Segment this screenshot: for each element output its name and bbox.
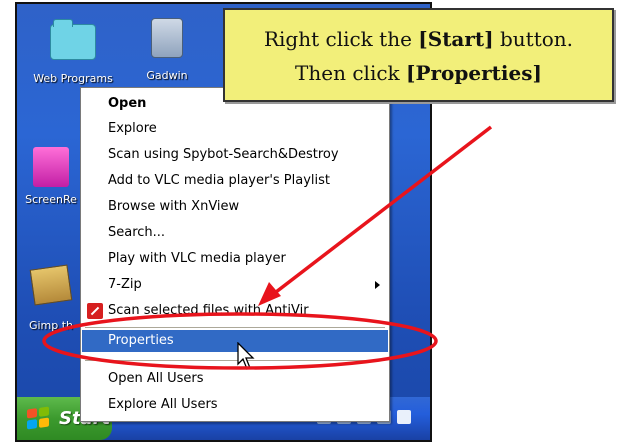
- menu-item-antivir[interactable]: Scan selected files with AntiVir: [82, 300, 388, 322]
- pink-folder-icon: [33, 147, 69, 187]
- menu-item-label: Open: [108, 96, 147, 111]
- menu-item-label: 7-Zip: [108, 277, 142, 292]
- menu-item-label: Properties: [108, 333, 174, 348]
- callout-text: Then click: [295, 61, 407, 85]
- menu-item-label: Add to VLC media player's Playlist: [108, 173, 331, 188]
- menu-separator: [85, 360, 385, 361]
- menu-item-vlc-play[interactable]: Play with VLC media player: [82, 248, 388, 270]
- menu-item-label: Explore All Users: [108, 397, 218, 412]
- submenu-arrow-icon: [375, 281, 380, 289]
- quick-launch-icon[interactable]: [397, 410, 411, 424]
- menu-item-vlc-playlist[interactable]: Add to VLC media player's Playlist: [82, 170, 388, 192]
- menu-item-label: Explore: [108, 121, 157, 136]
- desktop-icon-web-programs[interactable]: Web Programs: [33, 19, 113, 85]
- menu-item-properties[interactable]: Properties: [82, 330, 388, 352]
- menu-item-spybot[interactable]: Scan using Spybot-Search&Destroy: [82, 144, 388, 166]
- menu-item-label: Scan selected files with AntiVir: [108, 303, 309, 318]
- callout-bold-text: [Start]: [418, 27, 494, 51]
- menu-item-7zip[interactable]: 7-Zip: [82, 274, 388, 296]
- menu-item-explore[interactable]: Explore: [82, 118, 388, 140]
- menu-item-label: Scan using Spybot-Search&Destroy: [108, 147, 339, 162]
- desktop-icon-label: Gadwin: [146, 69, 188, 82]
- instruction-callout: Right click the [Start] button. Then cli…: [223, 8, 614, 102]
- callout-line-2: Then click [Properties]: [225, 56, 612, 90]
- menu-item-label: Play with VLC media player: [108, 251, 286, 266]
- callout-line-1: Right click the [Start] button.: [225, 22, 612, 56]
- menu-item-label: Open All Users: [108, 371, 204, 386]
- windows-logo-icon: [27, 406, 49, 430]
- menu-item-label: Browse with XnView: [108, 199, 240, 214]
- callout-bold-text: [Properties]: [406, 61, 542, 85]
- callout-text: Right click the: [263, 27, 419, 51]
- antivir-icon: [87, 303, 103, 319]
- menu-item-explore-all-users[interactable]: Explore All Users: [82, 394, 388, 416]
- desktop-icon-gadwin[interactable]: Gadwin: [127, 18, 207, 82]
- menu-item-xnview[interactable]: Browse with XnView: [82, 196, 388, 218]
- menu-separator: [85, 327, 385, 328]
- menu-item-label: Search...: [108, 225, 166, 240]
- context-menu: Open Explore Scan using Spybot-Search&De…: [80, 87, 390, 422]
- desktop-icon-label: Web Programs: [33, 72, 113, 85]
- mouse-cursor-icon: [237, 342, 255, 370]
- folder-icon: [50, 19, 96, 60]
- camera-icon: [151, 18, 183, 58]
- menu-item-search[interactable]: Search...: [82, 222, 388, 244]
- menu-item-open-all-users[interactable]: Open All Users: [82, 368, 388, 390]
- callout-text: button.: [493, 27, 574, 51]
- package-icon: [29, 264, 73, 306]
